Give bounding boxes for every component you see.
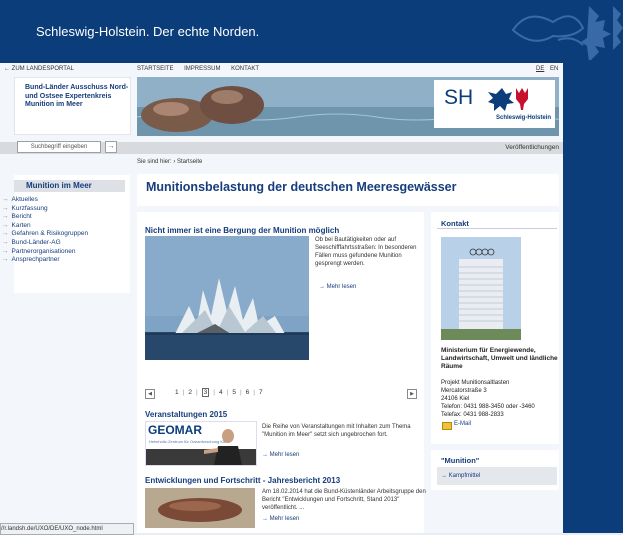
speaker-photo xyxy=(146,429,256,465)
startseite-link[interactable]: STARTSEITE xyxy=(137,66,173,72)
committee-title-box: Bund-Länder Ausschuss Nord- und Ostsee E… xyxy=(14,77,131,135)
sidebar-item-label: Kurzfassung xyxy=(11,204,48,212)
banner-title: Schleswig-Holstein. Der echte Norden. xyxy=(36,24,260,39)
pager-page-2[interactable]: 2 xyxy=(188,389,192,396)
search-input[interactable]: Suchbegriff eingeben xyxy=(17,141,101,153)
contact-street: Mercatorstraße 3 xyxy=(441,388,487,394)
events-image: GEOMAR Helmholtz-Zentrum für Ozeanforsch… xyxy=(145,421,257,466)
top-banner: Schleswig-Holstein. Der echte Norden. xyxy=(0,0,623,60)
sidebar-item-label: Gefahren & Risikogruppen xyxy=(11,230,89,238)
sh-logo[interactable]: SH Schleswig-Holstein xyxy=(434,80,555,128)
publications-link[interactable]: Veröffentlichungen xyxy=(505,144,559,151)
breadcrumb: Sie sind hier: › Startseite xyxy=(137,159,203,165)
pager-pages: 1 | 2 | 3 | 4 | 5 | 6 | 7 xyxy=(171,388,267,397)
pager-prev-button[interactable]: ◀ xyxy=(145,389,155,399)
contact-project: Projekt Munitionsaltlasten xyxy=(441,380,510,386)
sidebar-item-kurzfassung[interactable]: → Kurzfassung xyxy=(2,205,48,212)
contact-city: 24106 Kiel xyxy=(441,396,470,402)
feature-image xyxy=(145,236,309,360)
kontakt-link[interactable]: KONTAKT xyxy=(231,66,259,72)
main-heading-box: Munitionsbelastung der deutschen Meeresg… xyxy=(137,174,559,206)
sh-logo-text: SH xyxy=(444,86,474,109)
top-nav: STARTSEITE IMPRESSUM KONTAKT xyxy=(137,66,268,72)
sh-logo-name: Schleswig-Holstein xyxy=(496,115,552,121)
contact-email-link[interactable]: E-Mail xyxy=(454,421,471,427)
pager-page-4[interactable]: 4 xyxy=(219,389,223,396)
sidebar-item-label: Aktuelles xyxy=(11,196,38,203)
feature-read-more-link[interactable]: → Mehr lesen xyxy=(319,284,356,290)
hero-image: SH Schleswig-Holstein xyxy=(137,77,559,136)
slider-pager: ◀ ▶ 1 | 2 | 3 | 4 | 5 | 6 | 7 xyxy=(145,388,417,399)
sidebar-arrow-icon: → xyxy=(2,196,9,203)
report-text: Am 18.02.2014 hat die Bund-Küstenländer … xyxy=(262,489,426,511)
sidebar-arrow-icon: → xyxy=(2,213,9,221)
pager-next-button[interactable]: ▶ xyxy=(407,389,417,399)
pager-separator: | xyxy=(253,389,255,396)
pager-page-3[interactable]: 3 xyxy=(201,388,210,397)
underwater-explosion-picture xyxy=(145,236,309,360)
lion-nettle-icon xyxy=(488,88,528,111)
sidebar-arrow-icon: → xyxy=(2,256,9,264)
ministry-building-photo xyxy=(441,237,521,340)
sidebar-arrow-icon: → xyxy=(2,247,9,255)
sidebar-title: Munition im Meer xyxy=(26,181,92,190)
sidebar-item-ansprechpartner[interactable]: → Ansprechpartner xyxy=(2,256,60,263)
pager-separator: | xyxy=(213,389,215,396)
pager-separator: | xyxy=(182,389,185,396)
sidebar-item-label: Bund-Länder-AG xyxy=(11,239,61,246)
pager-page-5[interactable]: 5 xyxy=(232,389,236,396)
sidebar-item-label: Bericht xyxy=(11,213,32,221)
report-title[interactable]: Entwicklungen und Fortschritt - Jahresbe… xyxy=(145,476,340,485)
sidebar-item-label: Ansprechpartner xyxy=(11,256,60,264)
sidebar-arrow-icon: → xyxy=(2,204,9,212)
sidebar-arrow-icon: → xyxy=(2,239,9,246)
sidebar-item-karten[interactable]: → Karten xyxy=(2,222,31,229)
impressum-link[interactable]: IMPRESSUM xyxy=(184,66,220,72)
contact-phone: Telefon: 0431 988-3450 oder -3460 xyxy=(441,404,535,410)
contact-org: Ministerium für Energiewende, Landwirtsc… xyxy=(441,347,558,370)
pager-page-7[interactable]: 7 xyxy=(259,389,263,396)
pager-separator: | xyxy=(195,389,198,396)
back-to-portal-link[interactable]: ← ZUM LANDESPORTAL xyxy=(4,66,74,72)
sidebar-arrow-icon: → xyxy=(2,221,9,229)
feature-title[interactable]: Nicht immer ist eine Bergung der Munitio… xyxy=(145,226,339,235)
sidebar-arrow-icon: → xyxy=(2,230,9,238)
lang-en-link[interactable]: EN xyxy=(550,66,558,72)
contact-divider xyxy=(437,228,557,229)
munition-box-title: "Munition" xyxy=(441,456,480,465)
rusty-munition-photo xyxy=(145,488,255,528)
page-title: Munitionsbelastung der deutschen Meeresg… xyxy=(146,180,457,194)
ministry-building-image xyxy=(441,237,521,340)
report-image xyxy=(145,488,255,528)
search-submit-button[interactable]: → xyxy=(105,141,117,153)
pager-page-1[interactable]: 1 xyxy=(175,389,179,396)
sidebar-header: Munition im Meer xyxy=(14,180,125,192)
pager-separator: | xyxy=(226,389,229,396)
events-title[interactable]: Veranstaltungen 2015 xyxy=(145,410,227,419)
committee-title: Bund-Länder Ausschuss Nord- und Ostsee E… xyxy=(25,84,129,108)
report-read-more-link[interactable]: → Mehr lesen xyxy=(262,516,299,522)
coat-of-arms-watermark-icon xyxy=(511,6,623,60)
sidebar-item-aktuelles[interactable]: → Aktuelles xyxy=(2,196,38,203)
sidebar-item-label: Partnerorganisationen xyxy=(11,247,76,255)
events-text: Die Reihe von Veranstaltungen mit Inhalt… xyxy=(262,424,411,438)
sidebar-item-partnerorganisationen[interactable]: → Partnerorganisationen xyxy=(2,248,75,255)
contact-fax: Telefax: 0431 988-2833 xyxy=(441,412,504,418)
browser-status-bar: //r.landsh.de/UXO/DE/UXO_node.html xyxy=(0,523,134,535)
sidebar-item-label: Karten xyxy=(11,221,31,229)
sidebar-item-bund-länder-ag[interactable]: → Bund-Länder-AG xyxy=(2,239,61,246)
sidebar-item-gefahren-risikogruppen[interactable]: → Gefahren & Risikogruppen xyxy=(2,230,88,237)
contact-title: Kontakt xyxy=(441,219,469,228)
kampfmittel-link[interactable]: → Kampfmittel xyxy=(441,473,480,479)
pager-page-6[interactable]: 6 xyxy=(246,389,250,396)
events-read-more-link[interactable]: → Mehr lesen xyxy=(262,452,299,458)
pager-separator: | xyxy=(239,389,242,396)
feature-text: Ob bei Bautätigkeiten oder auf Seeschiff… xyxy=(315,237,417,267)
lang-de-link[interactable]: DE xyxy=(536,66,544,72)
sidebar-item-bericht[interactable]: → Bericht xyxy=(2,213,32,220)
email-envelope-icon xyxy=(442,422,452,430)
language-switch: DE EN xyxy=(536,66,558,72)
